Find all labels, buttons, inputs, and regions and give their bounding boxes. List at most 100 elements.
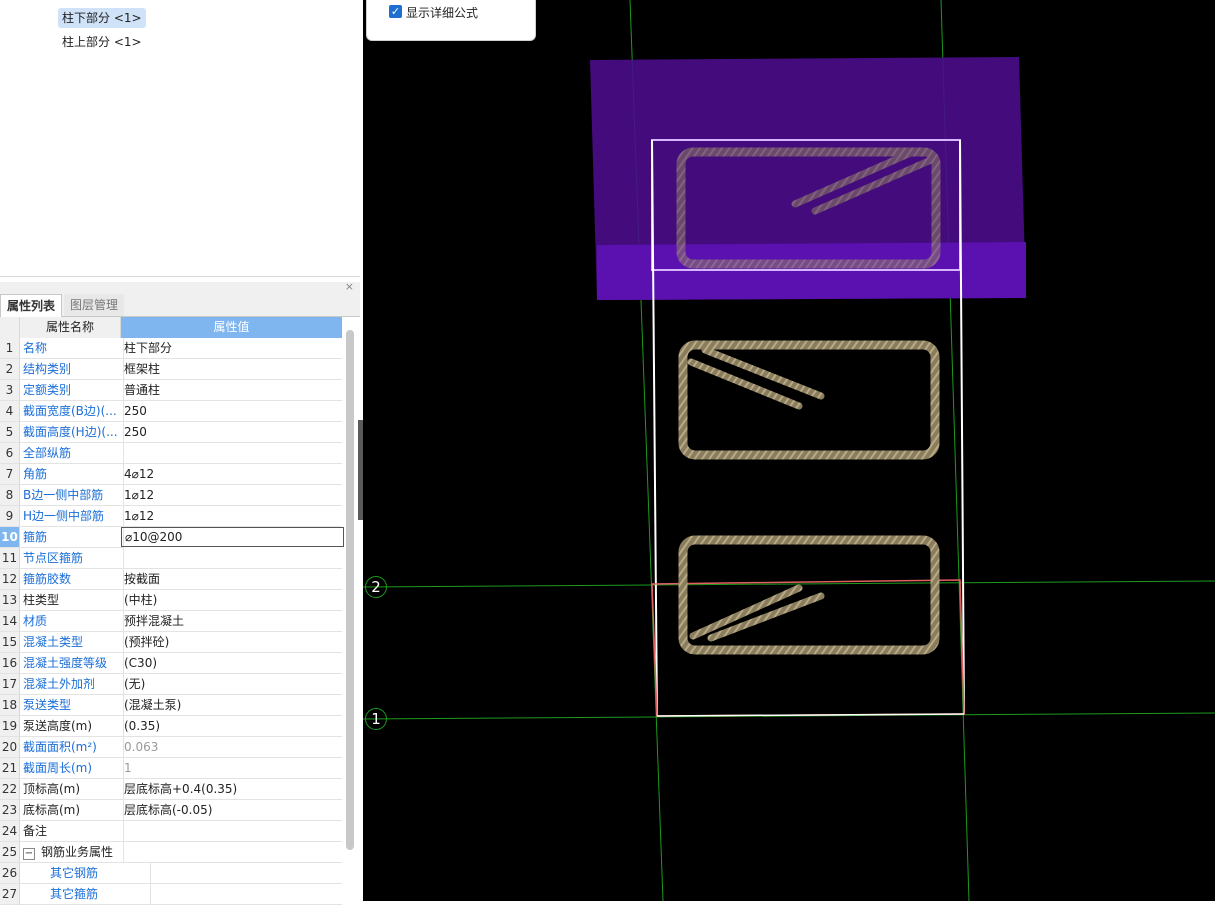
property-row[interactable]: 14 材质 预拌混凝土 — [0, 611, 342, 632]
grid-line-1 — [362, 712, 1215, 720]
property-row[interactable]: 1 名称 柱下部分 — [0, 338, 342, 359]
property-row[interactable]: 17 混凝土外加剂 (无) — [0, 674, 342, 695]
property-value[interactable] — [121, 821, 342, 842]
show-formula-label[interactable]: 显示详细公式 — [406, 4, 478, 21]
tree-item-upper-column[interactable]: 柱上部分 <1> — [58, 32, 146, 52]
property-value[interactable]: 普通柱 — [121, 380, 342, 401]
axis-label-1: 1 — [365, 708, 387, 730]
property-value[interactable]: 按截面 — [121, 569, 342, 590]
row-number: 21 — [0, 758, 20, 779]
property-row[interactable]: 10 箍筋 ⌀10@200 — [0, 527, 344, 548]
property-value[interactable]: (0.35) — [121, 716, 342, 737]
property-name: 定额类别 — [20, 380, 124, 401]
property-row[interactable]: 25− 钢筋业务属性 — [0, 842, 342, 863]
property-value[interactable]: (C30) — [121, 653, 342, 674]
property-row[interactable]: 15 混凝土类型 (预拌砼) — [0, 632, 342, 653]
row-number: 7 — [0, 464, 20, 485]
property-value[interactable]: ⌀10@200 — [121, 527, 344, 547]
row-number: 8 — [0, 485, 20, 506]
tab-property-list[interactable]: 属性列表 — [0, 294, 63, 317]
property-value[interactable]: 4⌀12 — [121, 464, 342, 485]
panel-title-bar: × — [0, 280, 360, 294]
close-icon[interactable]: × — [345, 280, 354, 293]
property-name: 泵送类型 — [20, 695, 124, 716]
viewport-canvas — [362, 0, 1215, 902]
property-value[interactable] — [121, 842, 342, 863]
property-value[interactable]: (预拌砼) — [121, 632, 342, 653]
property-value[interactable]: (无) — [121, 674, 342, 695]
property-row[interactable]: 5 截面高度(H边)(... 250 — [0, 422, 342, 443]
property-name: 柱类型 — [20, 590, 124, 611]
row-number: 4 — [0, 401, 20, 422]
property-value[interactable]: 预拌混凝土 — [121, 611, 342, 632]
column-header-value[interactable]: 属性值 — [121, 317, 342, 338]
property-row[interactable]: 8 B边一侧中部筋 1⌀12 — [0, 485, 342, 506]
row-number: 24 — [0, 821, 20, 842]
property-row[interactable]: 23 底标高(m) 层底标高(-0.05) — [0, 800, 342, 821]
show-formula-checkbox[interactable]: ✓ — [389, 5, 402, 18]
property-row[interactable]: 24 备注 — [0, 821, 342, 842]
property-value[interactable]: (中柱) — [121, 590, 342, 611]
property-name: 结构类别 — [20, 359, 124, 380]
property-value[interactable]: 1⌀12 — [121, 485, 342, 506]
row-number: 3 — [0, 380, 20, 401]
row-number-header — [0, 317, 20, 338]
row-number: 9 — [0, 506, 20, 527]
property-row[interactable]: 26 其它钢筋 — [0, 863, 342, 884]
property-name: 箍筋 — [20, 527, 124, 548]
row-number: 20 — [0, 737, 20, 758]
tab-layer-management[interactable]: 图层管理 — [64, 294, 125, 316]
property-value[interactable]: 柱下部分 — [121, 338, 342, 359]
collapse-icon[interactable]: − — [23, 848, 35, 860]
column-header-name[interactable]: 属性名称 — [20, 317, 121, 338]
display-options-popup: ✓ 显示详细公式 — [366, 0, 536, 41]
property-row[interactable]: 11 节点区箍筋 — [0, 548, 342, 569]
property-value[interactable] — [121, 443, 342, 464]
3d-viewport[interactable]: 2 1 — [362, 0, 1215, 902]
property-value[interactable]: 1⌀12 — [121, 506, 342, 527]
property-row[interactable]: 19 泵送高度(m) (0.35) — [0, 716, 342, 737]
property-value[interactable] — [121, 548, 342, 569]
property-row[interactable]: 22 顶标高(m) 层底标高+0.4(0.35) — [0, 779, 342, 800]
property-name: H边一侧中部筋 — [20, 506, 124, 527]
property-name: 底标高(m) — [20, 800, 124, 821]
property-row[interactable]: 13 柱类型 (中柱) — [0, 590, 342, 611]
property-value[interactable]: 层底标高(-0.05) — [121, 800, 342, 821]
property-name: 截面面积(m²) — [20, 737, 124, 758]
property-row[interactable]: 16 混凝土强度等级 (C30) — [0, 653, 342, 674]
row-number: 27 — [0, 884, 20, 905]
property-row[interactable]: 12 箍筋胶数 按截面 — [0, 569, 342, 590]
property-name: B边一侧中部筋 — [20, 485, 124, 506]
tree-item-lower-column[interactable]: 柱下部分 <1> — [58, 8, 146, 28]
column-bottom-edge — [656, 713, 965, 717]
property-row[interactable]: 20 截面面积(m²) 0.063 — [0, 737, 342, 758]
property-row[interactable]: 6 全部纵筋 — [0, 443, 342, 464]
row-number: 25 — [0, 842, 20, 863]
property-value[interactable]: 250 — [121, 401, 342, 422]
property-value[interactable]: 250 — [121, 422, 342, 443]
row-number: 23 — [0, 800, 20, 821]
row-number: 16 — [0, 653, 20, 674]
property-value[interactable]: 1 — [121, 758, 342, 779]
property-value[interactable] — [121, 884, 342, 905]
property-row[interactable]: 9 H边一侧中部筋 1⌀12 — [0, 506, 342, 527]
row-number: 14 — [0, 611, 20, 632]
group-label: 钢筋业务属性 — [41, 845, 114, 859]
vertical-scrollbar[interactable] — [346, 330, 354, 850]
property-value[interactable] — [121, 863, 342, 884]
property-name: − 钢筋业务属性 — [20, 842, 124, 863]
property-row[interactable]: 21 截面周长(m) 1 — [0, 758, 342, 779]
property-row[interactable]: 27 其它箍筋 — [0, 884, 342, 905]
property-row[interactable]: 18 泵送类型 (混凝土泵) — [0, 695, 342, 716]
property-value[interactable]: 0.063 — [121, 737, 342, 758]
property-row[interactable]: 2 结构类别 框架柱 — [0, 359, 342, 380]
property-value[interactable]: (混凝土泵) — [121, 695, 342, 716]
property-name: 材质 — [20, 611, 124, 632]
property-value[interactable]: 框架柱 — [121, 359, 342, 380]
row-number: 1 — [0, 338, 20, 359]
property-value[interactable]: 层底标高+0.4(0.35) — [121, 779, 342, 800]
property-row[interactable]: 3 定额类别 普通柱 — [0, 380, 342, 401]
property-row[interactable]: 4 截面宽度(B边)(... 250 — [0, 401, 342, 422]
property-row[interactable]: 7 角筋 4⌀12 — [0, 464, 342, 485]
row-number: 6 — [0, 443, 20, 464]
